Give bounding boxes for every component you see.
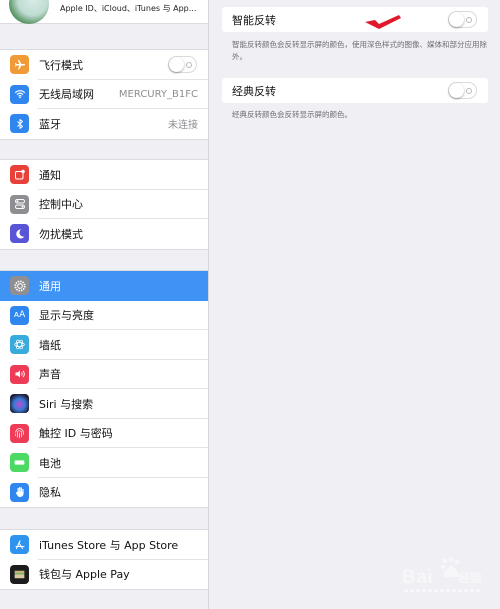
apple-id-row[interactable]: Apple ID、iCloud、iTunes 与 App... (0, 0, 208, 24)
sidebar-item-wallpaper[interactable]: 墙纸 (0, 330, 208, 360)
hand-icon (10, 482, 29, 502)
control-center-icon (10, 194, 29, 214)
sidebar-item-battery[interactable]: 电池 (0, 448, 208, 478)
sidebar-item-do-not-disturb[interactable]: 勿扰模式 (0, 219, 208, 249)
notifications-icon (10, 165, 29, 185)
fingerprint-icon (10, 423, 29, 443)
sidebar-item-label: 无线局域网 (39, 88, 94, 102)
store-group: iTunes Store 与 App Store 钱包与 Apple Pay (0, 529, 208, 590)
sidebar-item-touch-id-passcode[interactable]: 触控 ID 与密码 (0, 419, 208, 448)
settings-sidebar: Apple ID、iCloud、iTunes 与 App... 飞行模式 无线局… (0, 0, 209, 609)
sidebar-item-privacy[interactable]: 隐私 (0, 478, 208, 508)
sidebar-item-airplane-mode[interactable]: 飞行模式 (0, 50, 208, 80)
sidebar-item-general[interactable]: 通用 (0, 271, 208, 301)
connectivity-group: 飞行模式 无线局域网 MERCURY_B1FC 蓝牙 未连接 (0, 49, 208, 140)
sidebar-item-label: 钱包与 Apple Pay (39, 568, 130, 582)
smart-invert-description: 智能反转颜色会反转显示屏的颜色，使用深色样式的图像、媒体和部分应用除外。 (232, 40, 487, 61)
wifi-icon (10, 84, 29, 104)
display-brightness-icon: ᴀA (10, 305, 29, 325)
red-annotation-mark (365, 15, 401, 29)
watermark-url (404, 589, 482, 592)
smart-invert-toggle[interactable] (448, 11, 477, 28)
gear-icon (10, 276, 29, 296)
sidebar-item-label: Siri 与搜索 (39, 397, 94, 411)
battery-icon (10, 453, 29, 473)
bluetooth-icon (10, 114, 29, 134)
sidebar-item-label: 蓝牙 (39, 117, 61, 131)
moon-icon (10, 224, 29, 244)
sidebar-item-label: 墙纸 (39, 338, 61, 352)
sidebar-item-display-brightness[interactable]: ᴀA 显示与亮度 (0, 301, 208, 330)
sidebar-item-label: 控制中心 (39, 198, 83, 212)
sidebar-item-label: 通知 (39, 168, 61, 182)
smart-invert-row[interactable]: 智能反转 (222, 7, 488, 32)
sidebar-item-label: 飞行模式 (39, 58, 83, 72)
classic-invert-description: 经典反转颜色会反转显示屏的颜色。 (232, 110, 352, 119)
sidebar-item-sounds[interactable]: 声音 (0, 360, 208, 389)
sidebar-item-label: 显示与亮度 (39, 309, 94, 323)
sidebar-item-label: 电池 (39, 456, 61, 470)
bluetooth-status-value: 未连接 (168, 120, 198, 132)
sidebar-item-label: 隐私 (39, 486, 61, 500)
sidebar-item-itunes-app-store[interactable]: iTunes Store 与 App Store (0, 530, 208, 560)
sidebar-item-label: 触控 ID 与密码 (39, 427, 113, 441)
sidebar-item-notifications[interactable]: 通知 (0, 160, 208, 190)
sidebar-item-control-center[interactable]: 控制中心 (0, 190, 208, 219)
sound-icon (10, 364, 29, 384)
airplane-mode-toggle[interactable] (168, 56, 197, 74)
classic-invert-row[interactable]: 经典反转 (222, 78, 488, 103)
wallet-icon (10, 564, 29, 584)
wallpaper-icon (10, 335, 29, 355)
sidebar-item-wifi[interactable]: 无线局域网 MERCURY_B1FC (0, 80, 208, 109)
sidebar-item-siri-search[interactable]: Siri 与搜索 (0, 389, 208, 419)
airplane-icon (10, 55, 29, 75)
sidebar-item-wallet-apple-pay[interactable]: 钱包与 Apple Pay (0, 560, 208, 590)
notifications-group: 通知 控制中心 勿扰模式 (0, 159, 208, 250)
wifi-network-value: MERCURY_B1FC (118, 88, 198, 100)
sidebar-item-label: iTunes Store 与 App Store (39, 538, 179, 552)
classic-invert-toggle[interactable] (448, 82, 477, 99)
avatar (9, 0, 49, 24)
sidebar-item-bluetooth[interactable]: 蓝牙 未连接 (0, 109, 208, 139)
paw-icon (440, 557, 460, 577)
watermark-brand-cn: 经验 (458, 571, 483, 585)
smart-invert-label: 智能反转 (232, 14, 276, 27)
siri-icon (10, 394, 29, 414)
app-store-icon (10, 535, 29, 555)
baidu-jingyan-watermark: Bai 经验 (402, 553, 484, 597)
apple-id-subtitle: Apple ID、iCloud、iTunes 与 App... (60, 4, 197, 13)
watermark-brand: Bai (402, 567, 434, 588)
sidebar-item-label: 通用 (39, 279, 61, 293)
general-group: 通用 ᴀA 显示与亮度 墙纸 声音 Siri 与搜索 触控 ID 与密码 电池 … (0, 270, 208, 508)
sidebar-item-label: 勿扰模式 (39, 227, 83, 241)
classic-invert-label: 经典反转 (232, 85, 276, 98)
invert-colors-panel: 智能反转 智能反转颜色会反转显示屏的颜色，使用深色样式的图像、媒体和部分应用除外… (210, 0, 500, 609)
sidebar-item-label: 声音 (39, 368, 61, 382)
